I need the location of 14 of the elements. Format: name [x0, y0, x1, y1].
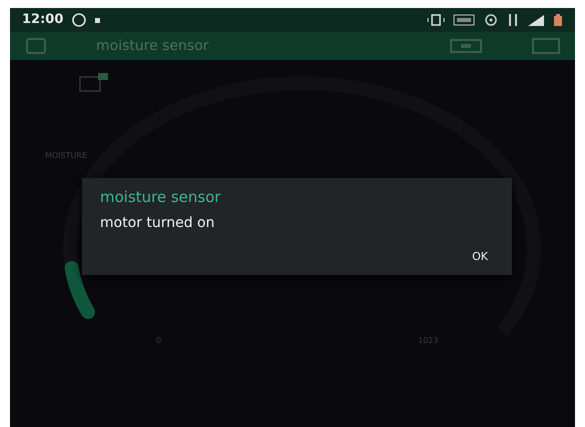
dialog-message: motor turned on — [100, 214, 216, 232]
volte-icon — [453, 14, 475, 26]
panel-icon[interactable] — [531, 37, 561, 55]
vibrate-icon — [427, 14, 445, 26]
device-icon[interactable] — [449, 38, 483, 54]
signal-icon — [527, 14, 545, 26]
hotspot-icon — [483, 14, 499, 26]
dialog-title: moisture sensor — [100, 187, 222, 208]
battery-icon — [553, 14, 563, 26]
app-title: moisture sensor — [96, 36, 209, 56]
back-icon[interactable] — [24, 37, 48, 55]
widget-icon — [79, 73, 108, 92]
ok-button[interactable]: OK — [466, 246, 494, 267]
status-time: 12:00 — [22, 11, 64, 30]
